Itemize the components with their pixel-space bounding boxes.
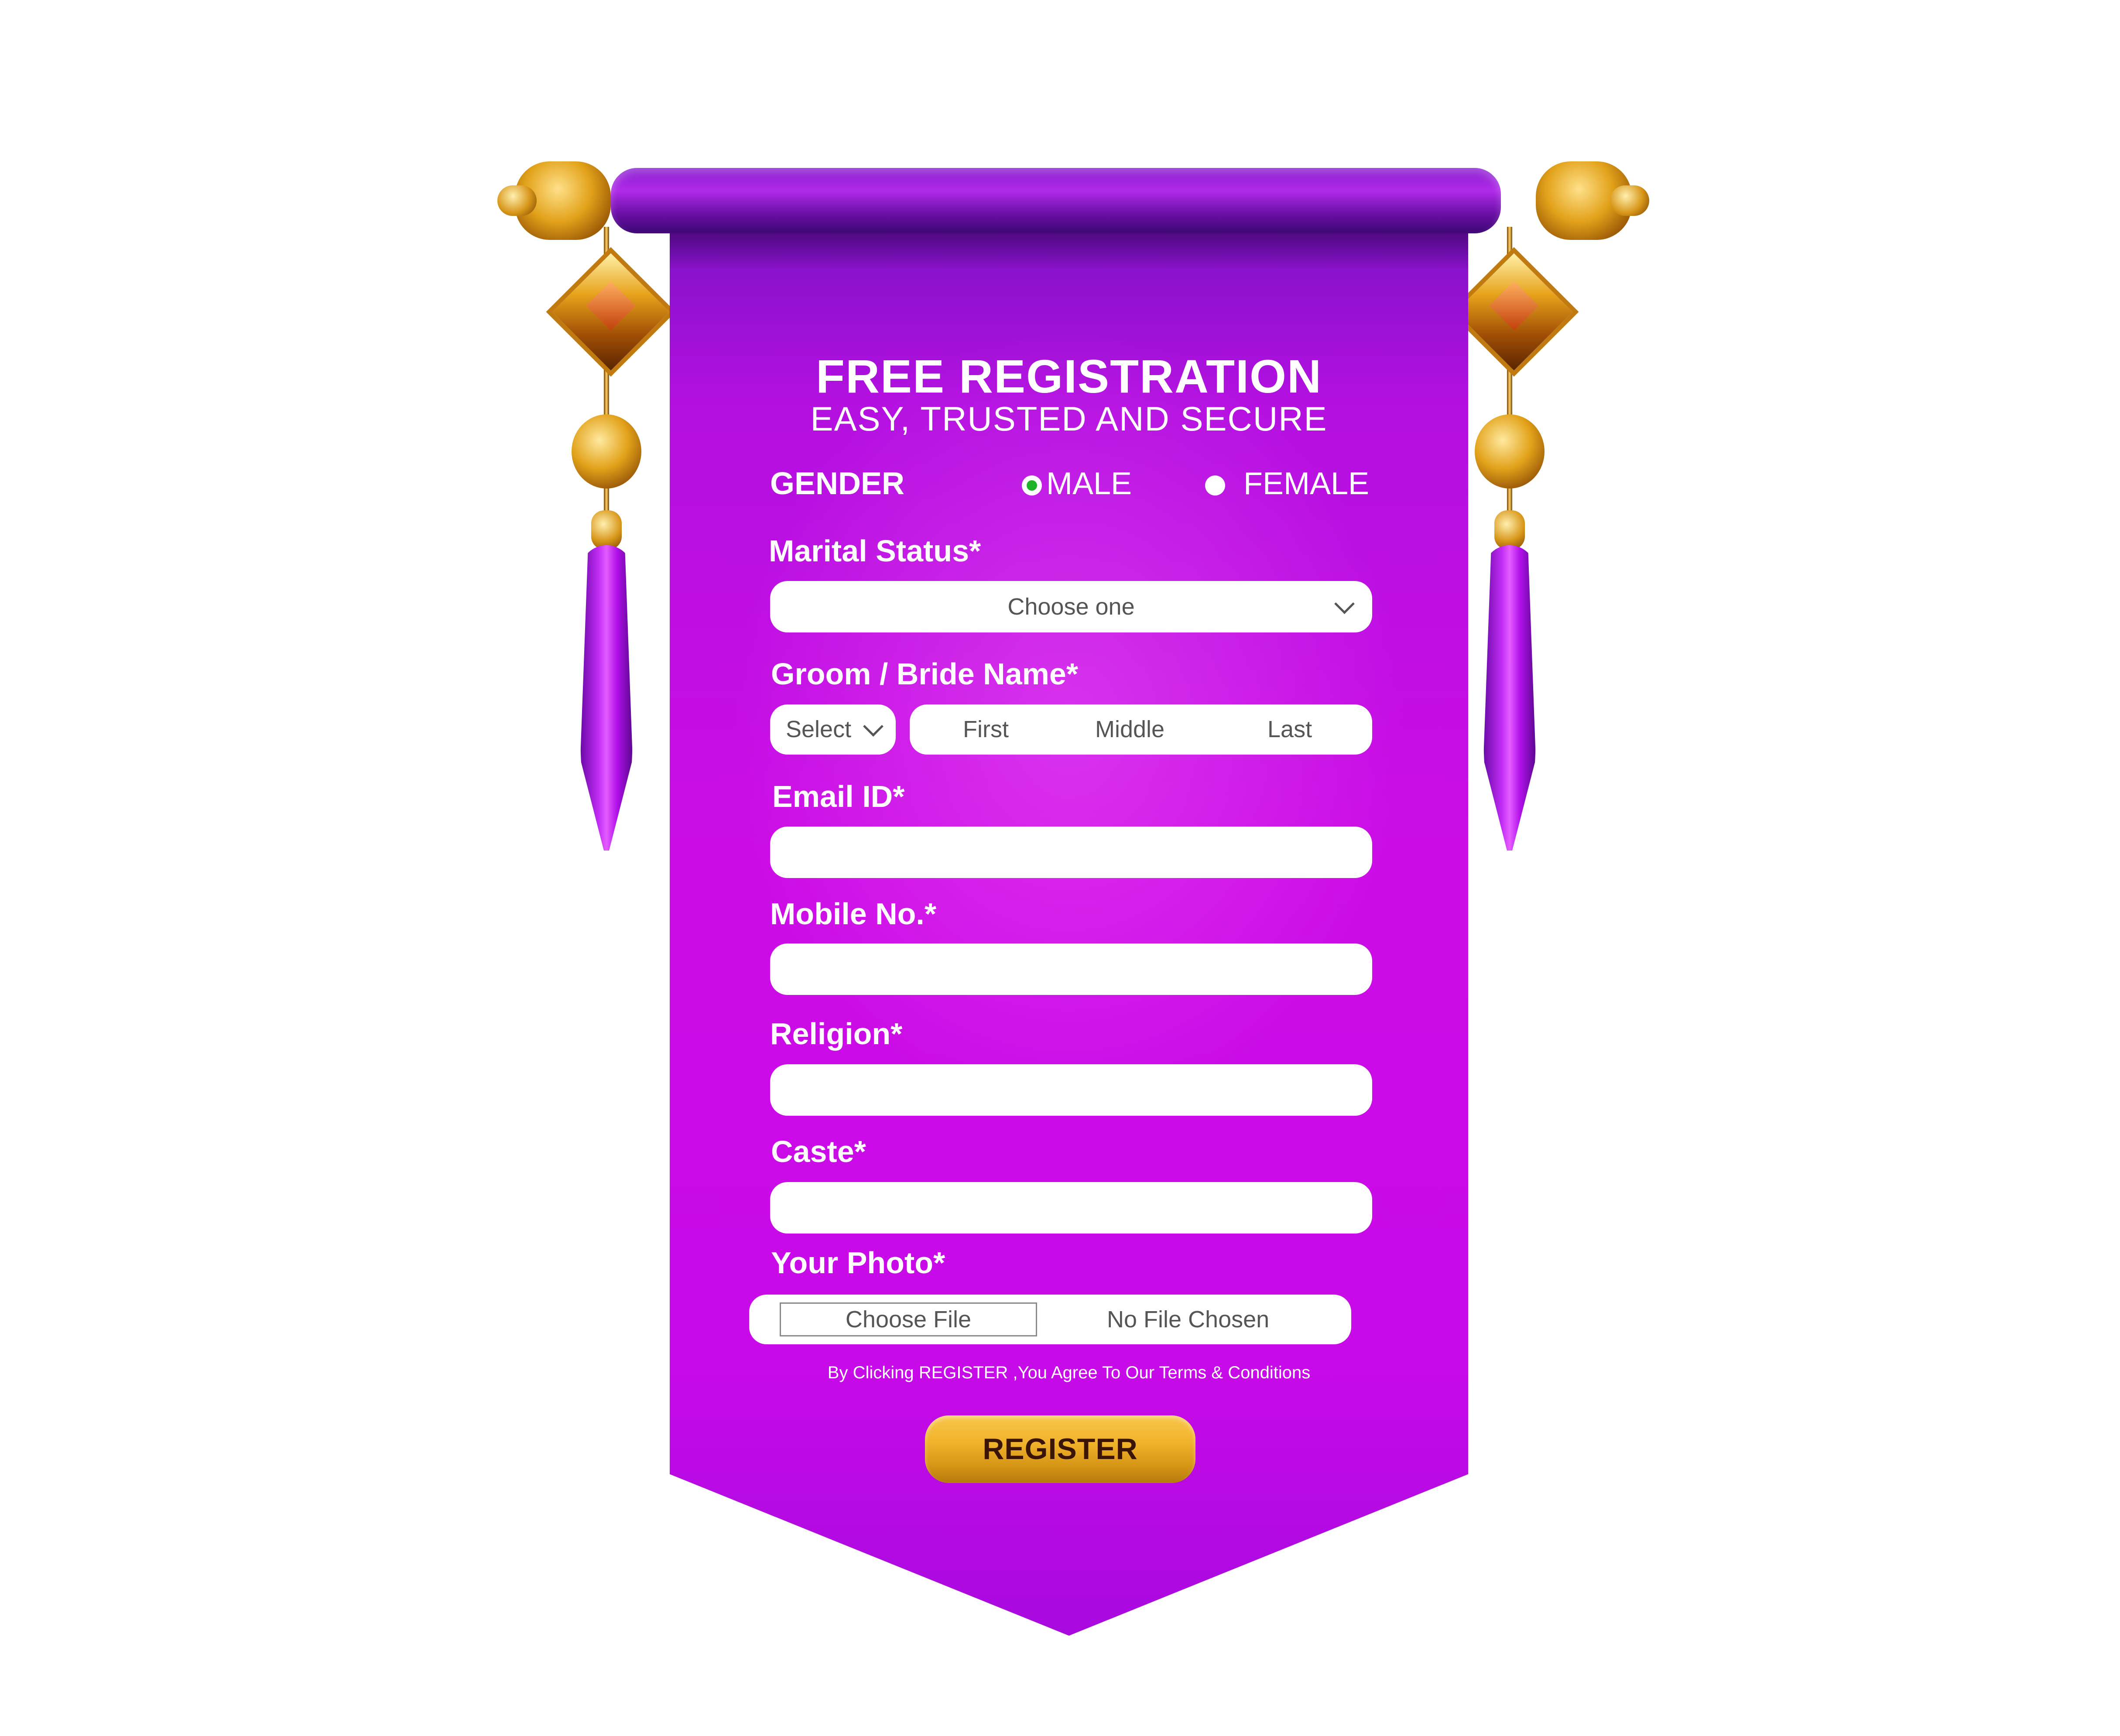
banner-top-shadow [670,231,1468,270]
registration-page: FREE REGISTRATION EASY, TRUSTED AND SECU… [0,0,2120,1736]
terms-notice: By Clicking REGISTER ,You Agree To Our T… [827,1363,1311,1382]
ornament-knot [1494,510,1525,550]
rod-left-finial [497,161,611,240]
caste-field[interactable] [770,1182,1372,1234]
religion-label: Religion* [770,1017,903,1051]
religion-field[interactable] [770,1064,1372,1116]
gender-male-label[interactable]: MALE [1046,466,1132,502]
ornament-tassel [1483,545,1536,851]
chevron-down-icon [863,716,884,737]
radio-selected-dot [1027,480,1037,491]
email-field[interactable] [770,827,1372,878]
ornament-tassel [580,545,633,851]
email-label: Email ID* [772,779,905,813]
form-subtitle: EASY, TRUSTED AND SECURE [810,400,1328,438]
ornament-knot [591,510,622,550]
last-name-input[interactable]: Last [1267,704,1312,755]
marital-status-label: Marital Status* [769,534,981,568]
first-name-input[interactable]: First [963,704,1009,755]
register-button[interactable]: REGISTER [925,1415,1195,1483]
name-title-value: Select [786,716,852,742]
scroll-rod [611,168,1501,233]
gender-female-label[interactable]: FEMALE [1243,466,1369,502]
file-status: No File Chosen [1107,1306,1270,1333]
name-input-group: First Middle Last [910,704,1372,755]
photo-label: Your Photo* [771,1246,945,1280]
ornament-bead [1475,414,1545,489]
photo-file-input: Choose File No File Chosen [749,1295,1351,1344]
marital-status-select[interactable]: Choose one [770,581,1372,632]
ornament-diamond [546,247,676,377]
form-title: FREE REGISTRATION [815,350,1322,403]
name-title-select[interactable]: Select [770,704,896,755]
ornament-diamond [1449,247,1579,377]
gender-male-radio[interactable] [1022,475,1042,496]
mobile-label: Mobile No.* [770,897,937,931]
gender-female-radio[interactable] [1205,475,1225,496]
name-label: Groom / Bride Name* [771,657,1079,691]
rod-right-finial [1536,161,1649,240]
gender-label: GENDER [770,466,905,501]
mobile-field[interactable] [770,943,1372,995]
marital-status-value: Choose one [1007,594,1135,620]
right-tassel-ornament [1449,227,1579,881]
caste-label: Caste* [771,1135,866,1169]
ornament-bead [572,414,641,489]
left-tassel-ornament [546,227,676,881]
middle-name-input[interactable]: Middle [1095,704,1164,755]
choose-file-button[interactable]: Choose File [780,1302,1037,1336]
